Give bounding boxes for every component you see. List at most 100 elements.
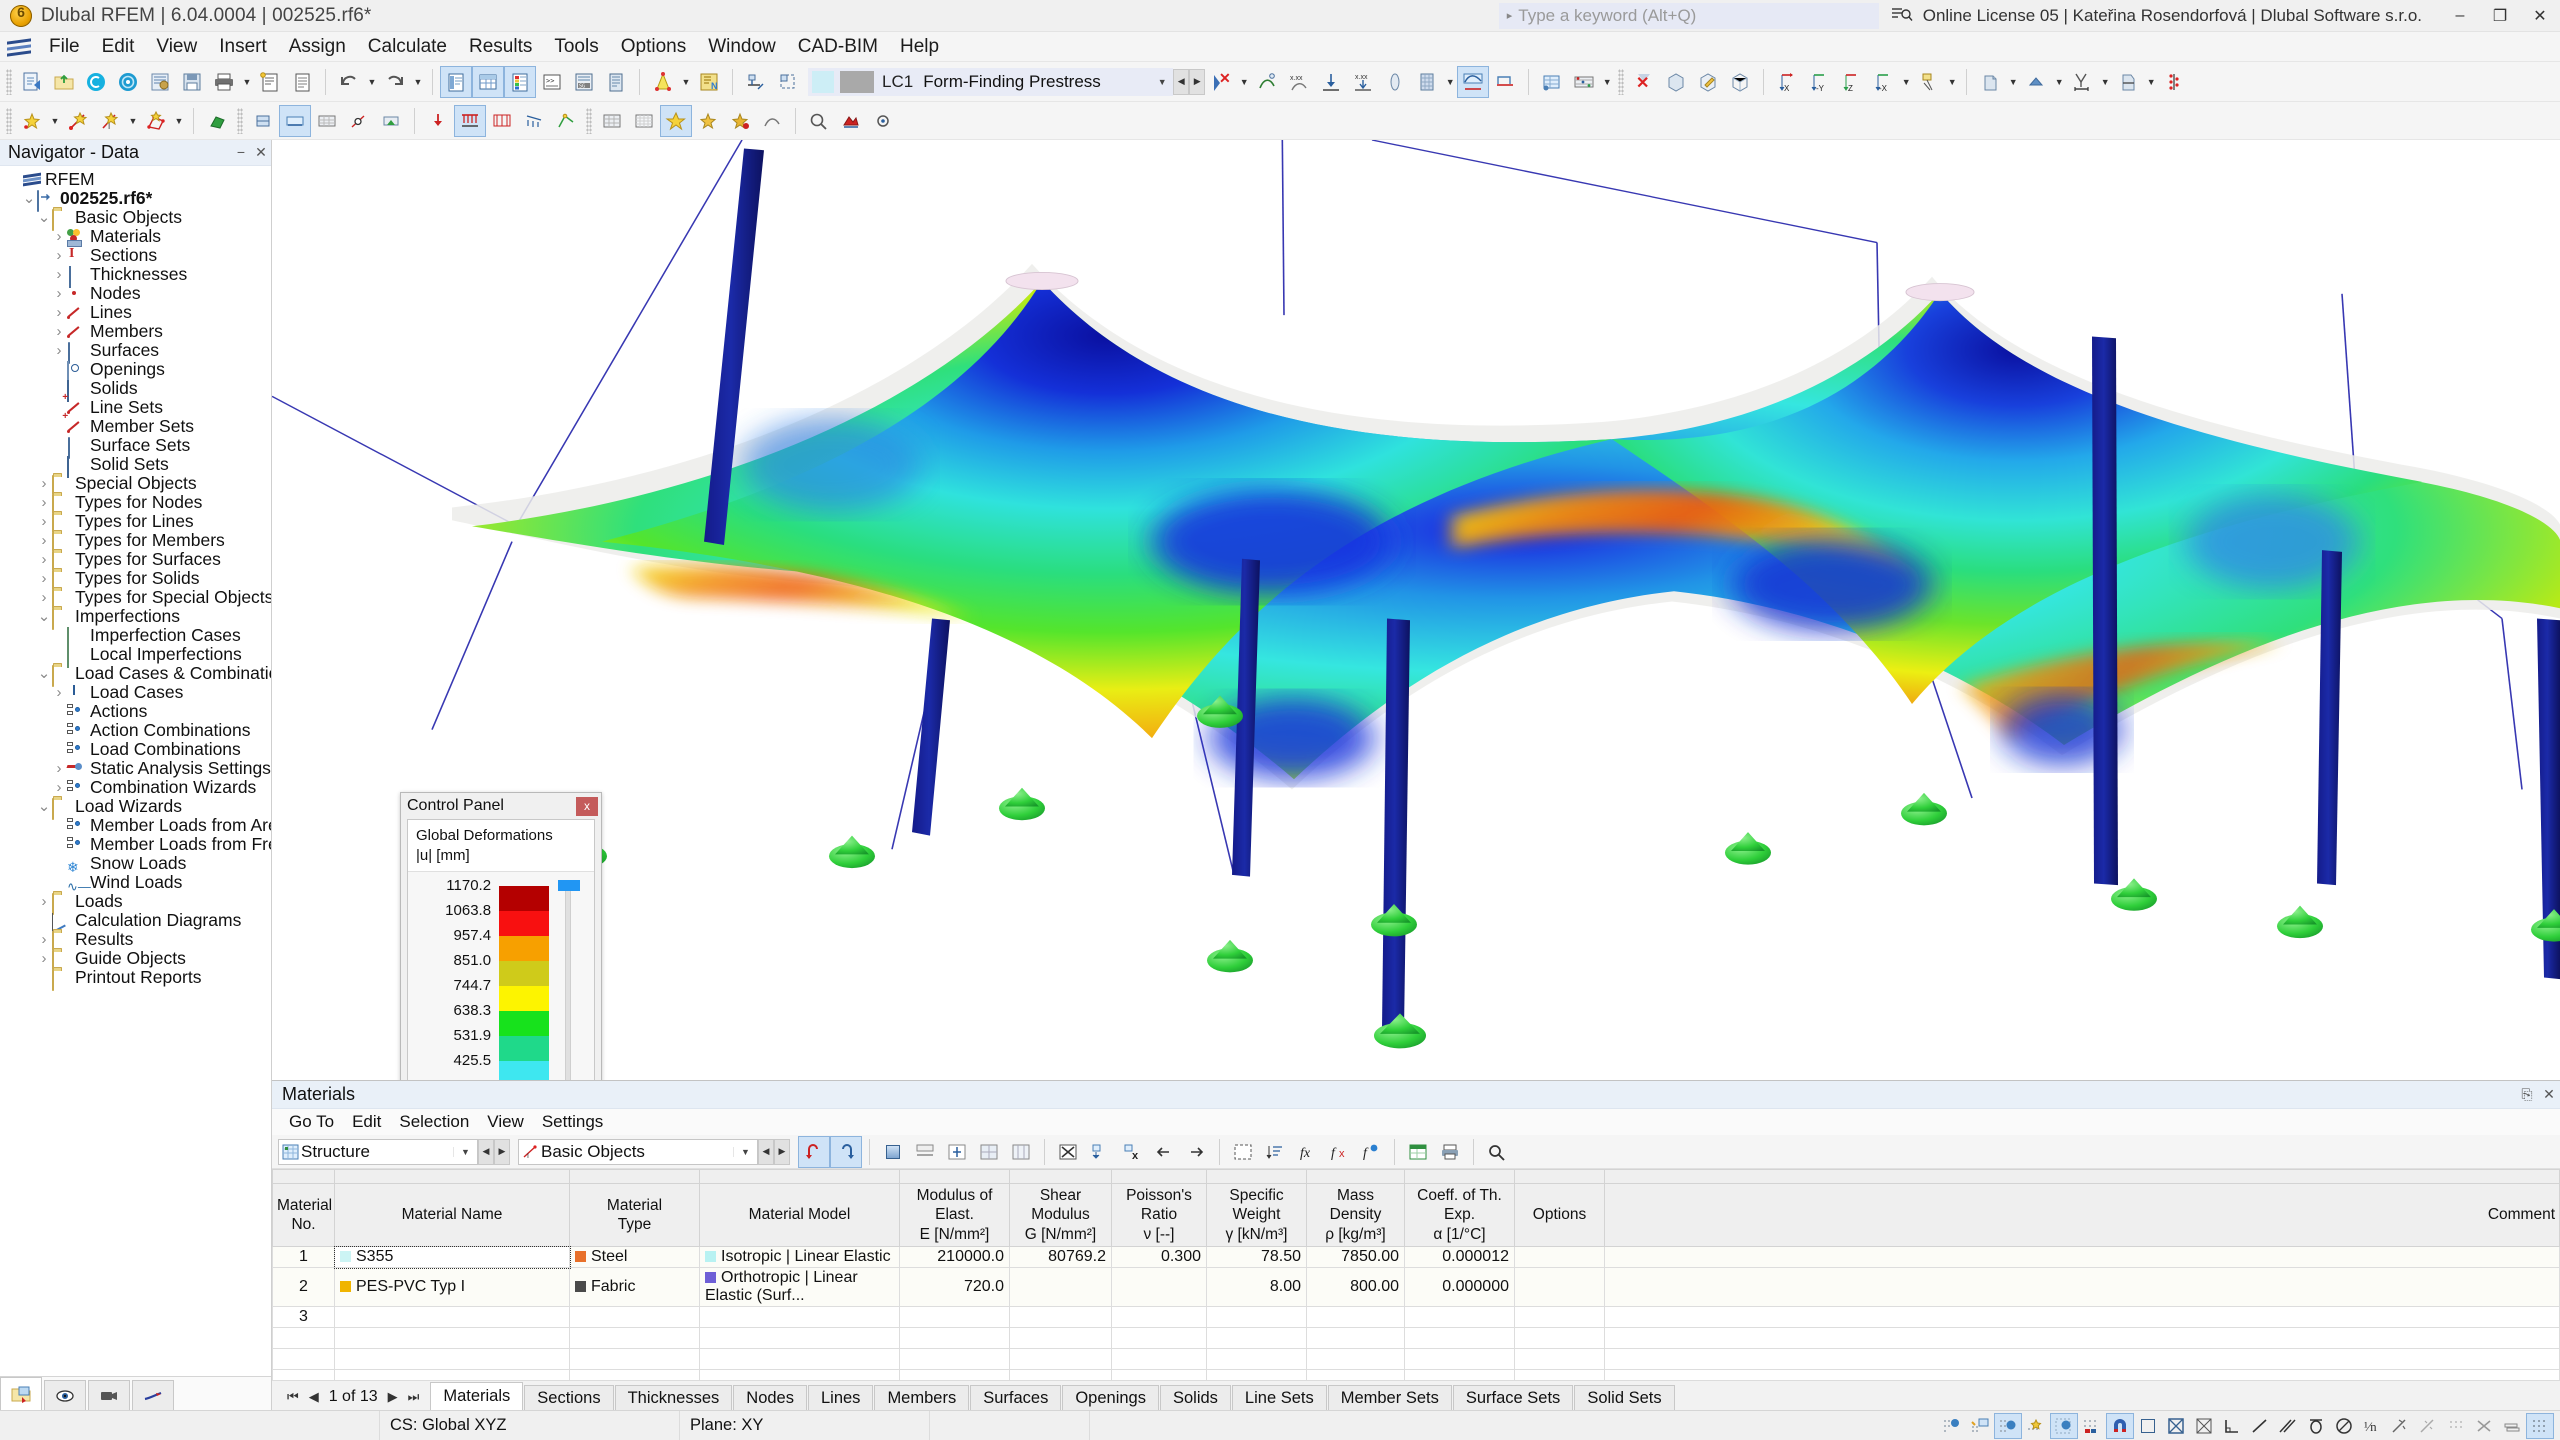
- cell-empty[interactable]: [1111, 1369, 1207, 1380]
- show-deformation-icon[interactable]: [1252, 67, 1282, 97]
- cell-empty[interactable]: [1604, 1348, 2560, 1371]
- slider-handle-top[interactable]: [557, 880, 580, 891]
- cell-mass-density[interactable]: 7850.00: [1306, 1246, 1405, 1269]
- menu-calculate[interactable]: Calculate: [357, 32, 458, 62]
- cell-empty[interactable]: [899, 1369, 1010, 1380]
- tree-item-member-loads-from-area-load[interactable]: Member Loads from Area Load: [0, 815, 271, 835]
- osnap-division-icon[interactable]: ¹⁄n: [2359, 1414, 2385, 1438]
- osnap-none-icon[interactable]: [2471, 1414, 2497, 1438]
- menu-results[interactable]: Results: [458, 32, 543, 62]
- tree-expander[interactable]: ›: [36, 950, 52, 967]
- table-group-header-cell[interactable]: [1009, 1169, 1112, 1184]
- new-model-icon[interactable]: [17, 67, 47, 97]
- structure-next-icon[interactable]: ▶: [494, 1138, 510, 1165]
- tree-item-solids[interactable]: Solids: [0, 378, 271, 402]
- cell-empty[interactable]: [1604, 1369, 2560, 1380]
- delete-row-icon[interactable]: [910, 1137, 940, 1167]
- table-header-cell[interactable]: Modulus of Elast. E [N/mm²]: [899, 1182, 1010, 1248]
- cell-thermal-expansion[interactable]: 0.000000: [1404, 1267, 1515, 1308]
- cell-material-type[interactable]: Steel: [569, 1246, 700, 1269]
- cell-shear-modulus[interactable]: [1009, 1267, 1112, 1308]
- cell-empty[interactable]: [1206, 1348, 1307, 1371]
- view-perspective-icon[interactable]: [1914, 67, 1944, 97]
- table-group-header-cell[interactable]: [699, 1169, 900, 1184]
- delete-cell-icon[interactable]: x: [1117, 1137, 1147, 1167]
- load-case-next-icon[interactable]: ▶: [1189, 68, 1206, 95]
- menu-edit[interactable]: Edit: [91, 32, 146, 62]
- undo-dropdown-icon[interactable]: ▼: [365, 67, 379, 97]
- tree-expander[interactable]: ›: [51, 304, 67, 321]
- view-settings-icon[interactable]: [868, 106, 898, 136]
- cell-empty[interactable]: [1404, 1327, 1515, 1350]
- control-panel[interactable]: Control Panel x Global Deformations |u| …: [400, 792, 602, 1080]
- log-icon[interactable]: [601, 67, 631, 97]
- cell-empty[interactable]: [1009, 1327, 1112, 1350]
- printout-report-icon[interactable]: [287, 67, 317, 97]
- cell-empty[interactable]: [1306, 1369, 1405, 1380]
- print-table-icon[interactable]: [1435, 1137, 1465, 1167]
- cell-material-no[interactable]: 1: [272, 1246, 335, 1269]
- table-group-header-cell[interactable]: [1604, 1169, 2560, 1184]
- menu-view[interactable]: View: [145, 32, 208, 62]
- menu-insert[interactable]: Insert: [208, 32, 278, 62]
- table-group-header-cell[interactable]: [1206, 1169, 1307, 1184]
- toolbar-grip[interactable]: [6, 68, 12, 95]
- tree-expander[interactable]: ›: [51, 266, 67, 283]
- table-header-cell[interactable]: Specific Weight γ [kN/m³]: [1206, 1182, 1307, 1248]
- table-group-header-cell[interactable]: [569, 1169, 700, 1184]
- table-header-cell[interactable]: Material Type: [569, 1182, 700, 1248]
- table-menu-settings[interactable]: Settings: [533, 1110, 612, 1134]
- line-load-icon[interactable]: [454, 104, 486, 137]
- cell-material-name[interactable]: PES-PVC Typ I: [334, 1267, 570, 1308]
- control-panel-close-button[interactable]: x: [576, 796, 598, 816]
- console-icon[interactable]: >>: [537, 67, 567, 97]
- cell-empty[interactable]: [272, 1369, 335, 1380]
- tree-expander[interactable]: ⌄: [36, 609, 52, 624]
- tree-expander[interactable]: ›: [51, 342, 67, 359]
- navigator-tab-views[interactable]: [88, 1380, 130, 1410]
- cell-empty[interactable]: [569, 1369, 700, 1380]
- cell-empty[interactable]: [699, 1327, 900, 1350]
- cell-mass-density[interactable]: [1306, 1306, 1405, 1329]
- tree-expander[interactable]: ›: [36, 513, 52, 530]
- result-values-icon[interactable]: [1490, 67, 1520, 97]
- tree-expander[interactable]: ›: [36, 551, 52, 568]
- table-row-empty[interactable]: [272, 1369, 2560, 1380]
- osnap-extension-icon[interactable]: [2387, 1414, 2413, 1438]
- cell-material-name[interactable]: S355: [333, 1245, 571, 1269]
- delete-results-icon[interactable]: ✕: [1206, 67, 1236, 97]
- table-tab-sections[interactable]: Sections: [524, 1385, 614, 1410]
- render-solid-icon[interactable]: [1975, 67, 2005, 97]
- cell-material-no[interactable]: 2: [272, 1267, 335, 1308]
- cell-modulus-elasticity[interactable]: [899, 1306, 1010, 1329]
- cell-empty[interactable]: [699, 1348, 900, 1371]
- osnap-circle-icon[interactable]: [2331, 1414, 2357, 1438]
- export-excel-icon[interactable]: [1403, 1137, 1433, 1167]
- table-row-empty[interactable]: [272, 1327, 2560, 1350]
- table-tab-surfaces[interactable]: Surfaces: [970, 1385, 1062, 1410]
- menu-options[interactable]: Options: [610, 32, 697, 62]
- tree-item-solid-sets[interactable]: Solid Sets: [0, 454, 271, 478]
- cell-empty[interactable]: [1009, 1369, 1112, 1380]
- tree-item-loads[interactable]: › Loads: [0, 891, 271, 915]
- toolbar-grip-5[interactable]: [586, 107, 592, 134]
- view-wire-icon[interactable]: [1725, 67, 1755, 97]
- object-next-icon[interactable]: ▶: [774, 1138, 790, 1165]
- cloud-open-icon[interactable]: [81, 67, 111, 97]
- select-all-icon[interactable]: [1228, 1137, 1258, 1167]
- support-type-icon[interactable]: [376, 106, 406, 136]
- tree-item-calculation-diagrams[interactable]: Calculation Diagrams: [0, 910, 271, 934]
- cell-modulus-elasticity[interactable]: 720.0: [899, 1267, 1010, 1308]
- member-hinge-icon[interactable]: [344, 106, 374, 136]
- cell-empty[interactable]: [1111, 1348, 1207, 1371]
- table-pin-icon[interactable]: ⎘: [2516, 1086, 2538, 1103]
- cell-material-no[interactable]: 3: [272, 1306, 335, 1329]
- tree-item-snow-loads[interactable]: ❄ Snow Loads: [0, 853, 271, 874]
- table-search-icon[interactable]: [1482, 1137, 1512, 1167]
- tree-item-combination-wizards[interactable]: › Combination Wizards: [0, 777, 271, 797]
- tree-item-types-for-members[interactable]: › Types for Members: [0, 530, 271, 554]
- render-shaded-icon[interactable]: [2021, 67, 2051, 97]
- cell-empty[interactable]: [1306, 1348, 1405, 1371]
- cell-specific-weight[interactable]: 8.00: [1206, 1267, 1307, 1308]
- menu-file[interactable]: File: [38, 32, 91, 62]
